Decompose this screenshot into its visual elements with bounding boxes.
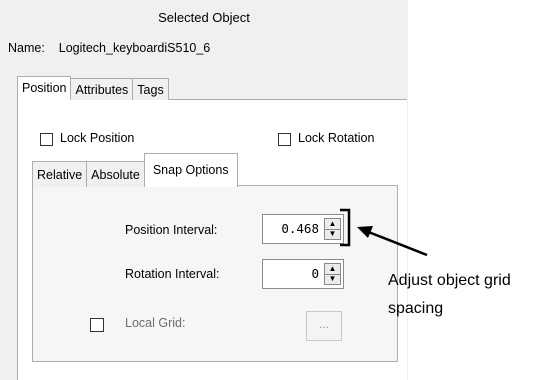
tab-snap-options[interactable]: Snap Options — [143, 153, 238, 187]
annotation-text-line2: spacing — [388, 300, 444, 317]
annotation-text-line1: Adjust object grid — [388, 272, 511, 289]
annotation-arrow — [340, 208, 428, 257]
tab-position[interactable]: Position — [17, 76, 72, 100]
